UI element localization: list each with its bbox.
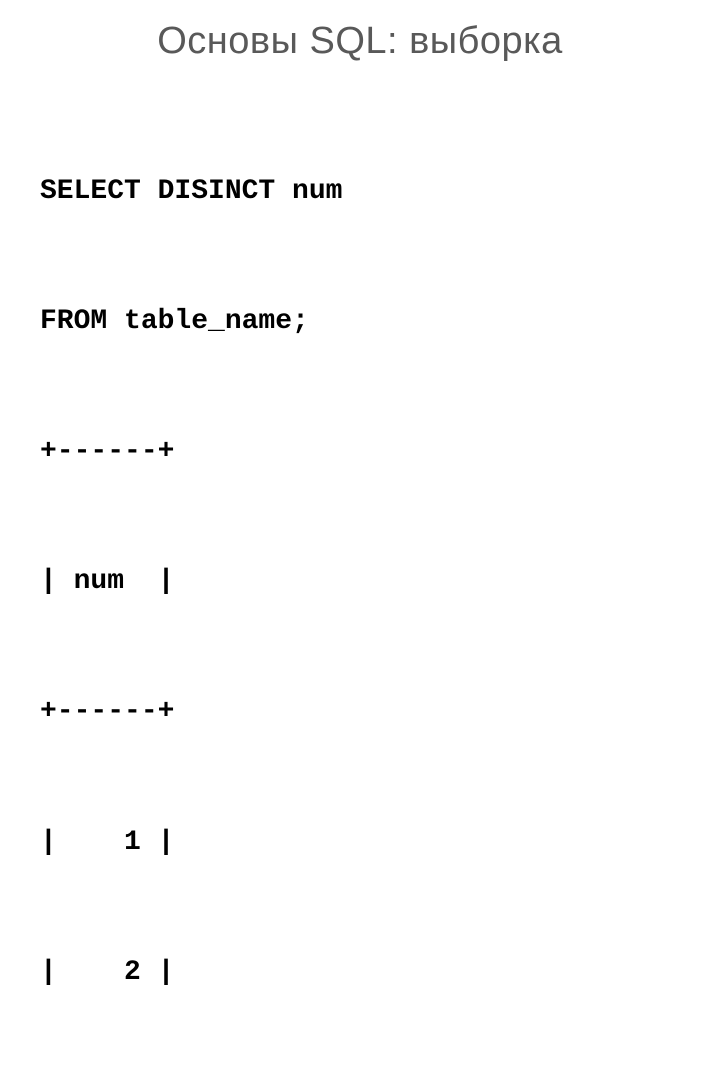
code-line-select: SELECT DISINCT num (40, 170, 680, 213)
code-line-row2: | 2 | (40, 951, 680, 994)
code-line-from: FROM table_name; (40, 300, 680, 343)
code-line-header: | num | (40, 560, 680, 603)
slide-title: Основы SQL: выборка (40, 20, 680, 63)
slide-container: Основы SQL: выборка SELECT DISINCT num F… (0, 0, 720, 540)
code-line-row1: | 1 | (40, 821, 680, 864)
code-block: SELECT DISINCT num FROM table_name; +---… (40, 83, 680, 1080)
code-line-border-top: +------+ (40, 430, 680, 473)
code-line-border-mid: +------+ (40, 690, 680, 733)
